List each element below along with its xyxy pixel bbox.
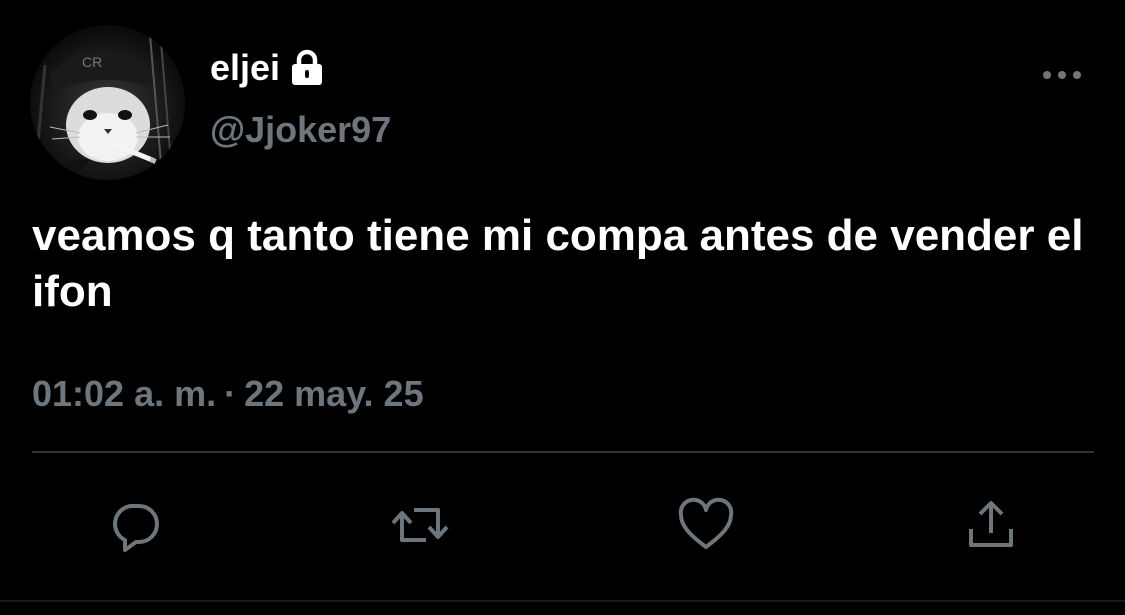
retweet-button[interactable] [390,495,450,555]
tweet-date: 22 may. 25 [244,373,424,414]
avatar-image: CR [30,25,185,180]
divider [32,451,1094,453]
reply-button[interactable] [105,495,165,555]
retweet-icon [391,508,449,542]
share-icon [969,501,1013,547]
heart-icon [678,497,734,549]
lock-icon [288,48,326,88]
display-name[interactable]: eljei [210,46,326,90]
avatar[interactable]: CR [30,25,185,180]
share-button[interactable] [961,495,1021,555]
user-handle[interactable]: @Jjoker97 [210,108,391,152]
display-name-text: eljei [210,47,281,88]
reply-icon [113,504,159,552]
meta-separator: · [224,373,237,414]
bottom-divider [0,600,1125,602]
more-options-button[interactable] [1040,60,1084,90]
tweet-text: veamos q tanto tiene mi compa antes de v… [32,211,1084,316]
tweet-timestamp[interactable]: 01:02 a. m. · 22 may. 25 [32,370,424,418]
tweet-detail: CR eljei @Jjoker97 veamos q tanto tiene … [0,0,1125,615]
like-button[interactable] [676,495,736,555]
more-options-icon [1043,71,1081,79]
tweet-time: 01:02 a. m. [32,373,217,414]
svg-text:CR: CR [82,54,102,70]
